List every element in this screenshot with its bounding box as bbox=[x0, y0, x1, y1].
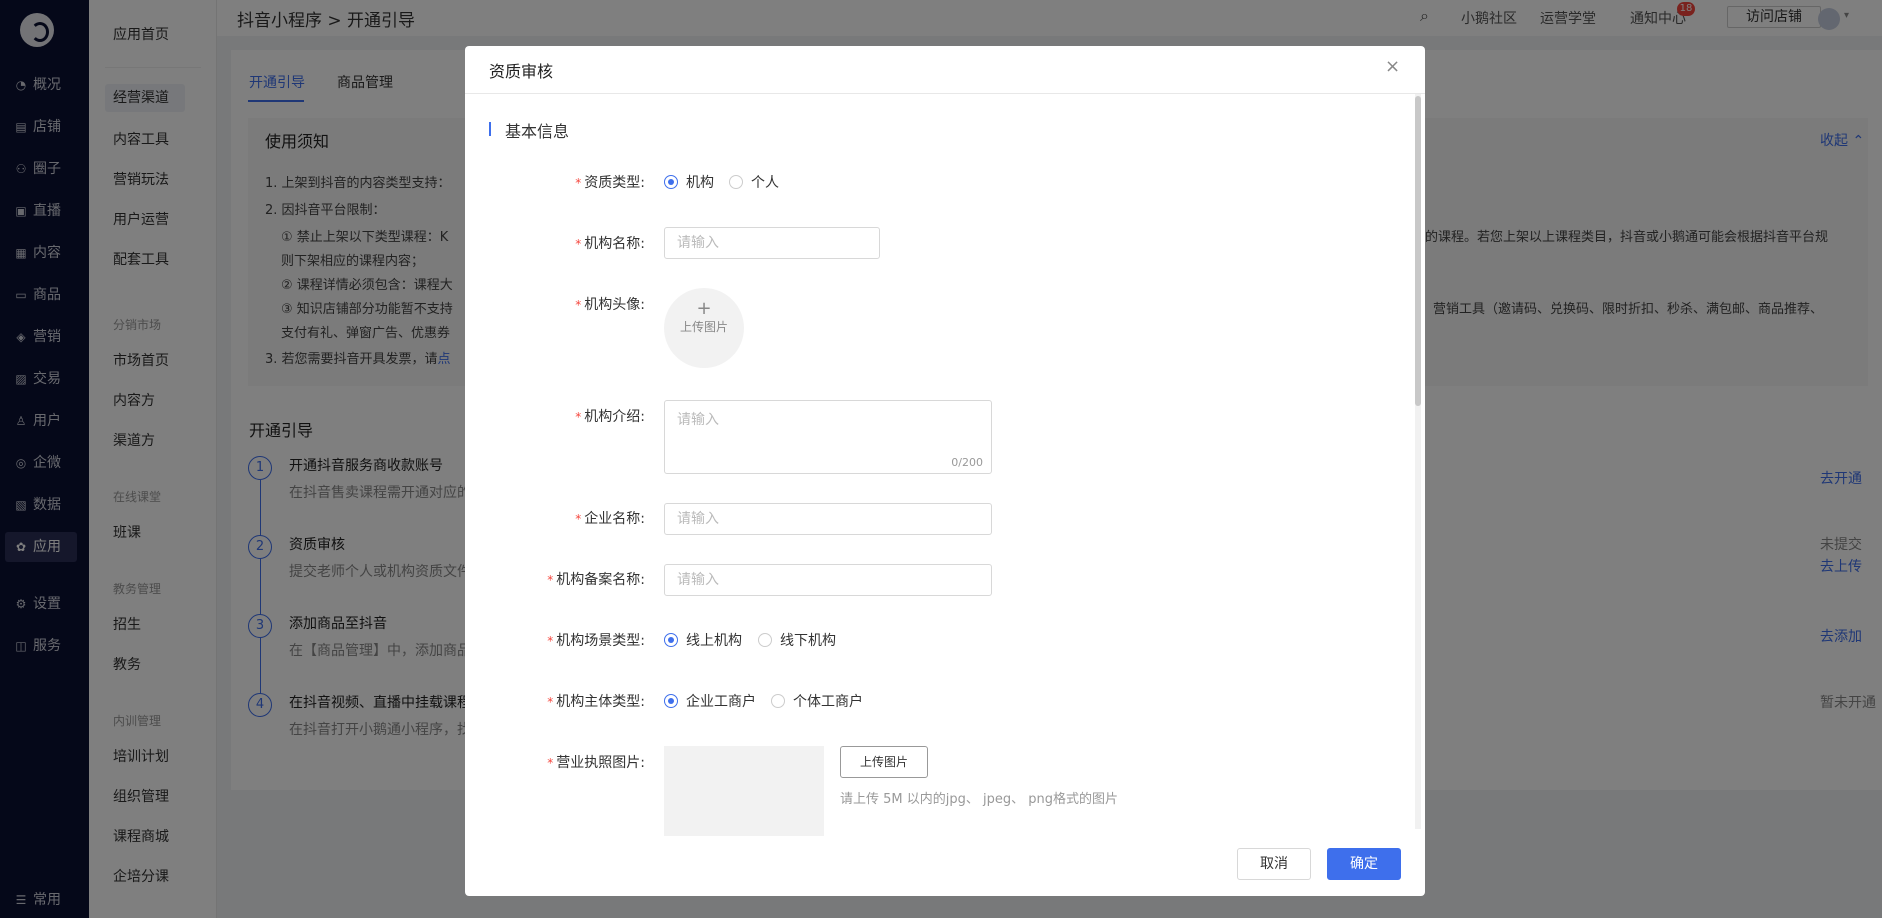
license-preview bbox=[664, 746, 824, 836]
scrollbar-thumb[interactable] bbox=[1415, 96, 1421, 406]
license-tip: 请上传 5M 以内的jpg、 jpeg、 png格式的图片 bbox=[840, 792, 1118, 807]
avatar-upload[interactable]: + 上传图片 bbox=[664, 288, 744, 368]
confirm-button[interactable]: 确定 bbox=[1327, 848, 1401, 880]
plus-icon: + bbox=[696, 298, 712, 319]
intro-label: * 机构介绍: bbox=[575, 409, 645, 425]
record-label: * 机构备案名称: bbox=[547, 572, 645, 588]
license-label: * 营业执照图片: bbox=[547, 755, 645, 771]
radio-icon bbox=[771, 694, 785, 708]
org-name-input[interactable]: 请输入 bbox=[664, 227, 880, 259]
scene-radio-online[interactable]: 线上机构 bbox=[664, 630, 742, 650]
close-icon[interactable]: × bbox=[1385, 56, 1400, 77]
char-count: 0/200 bbox=[951, 456, 983, 469]
intro-textarea[interactable]: 请输入 0/200 bbox=[664, 400, 992, 474]
scene-radio-offline[interactable]: 线下机构 bbox=[758, 630, 836, 650]
cancel-button[interactable]: 取消 bbox=[1237, 848, 1311, 880]
radio-icon bbox=[729, 175, 743, 189]
radio-icon bbox=[664, 694, 678, 708]
type-label: * 资质类型: bbox=[575, 175, 645, 191]
avatar-label: * 机构头像: bbox=[575, 297, 645, 313]
qualification-dialog: 资质审核 × 基本信息 * 资质类型: 机构 个人 * 机构名称: 请输入 * 机构头… bbox=[465, 46, 1425, 896]
radio-icon bbox=[664, 175, 678, 189]
type-radio-personal[interactable]: 个人 bbox=[729, 172, 779, 192]
dialog-scrollbar[interactable] bbox=[1415, 94, 1421, 829]
company-label: * 企业名称: bbox=[575, 511, 645, 527]
subject-radio-enterprise[interactable]: 企业工商户 bbox=[664, 691, 756, 711]
record-name-input[interactable]: 请输入 bbox=[664, 564, 992, 596]
radio-icon bbox=[664, 633, 678, 647]
radio-icon bbox=[758, 633, 772, 647]
license-upload-button[interactable]: 上传图片 bbox=[840, 746, 928, 778]
company-name-input[interactable]: 请输入 bbox=[664, 503, 992, 535]
section-title: 基本信息 bbox=[489, 118, 569, 142]
divider bbox=[465, 93, 1425, 94]
scene-label: * 机构场景类型: bbox=[547, 633, 645, 649]
name-label: * 机构名称: bbox=[575, 236, 645, 252]
subject-label: * 机构主体类型: bbox=[547, 694, 645, 710]
subject-radio-individual[interactable]: 个体工商户 bbox=[771, 691, 863, 711]
type-radio-org[interactable]: 机构 bbox=[664, 172, 714, 192]
dialog-title: 资质审核 bbox=[489, 62, 554, 81]
